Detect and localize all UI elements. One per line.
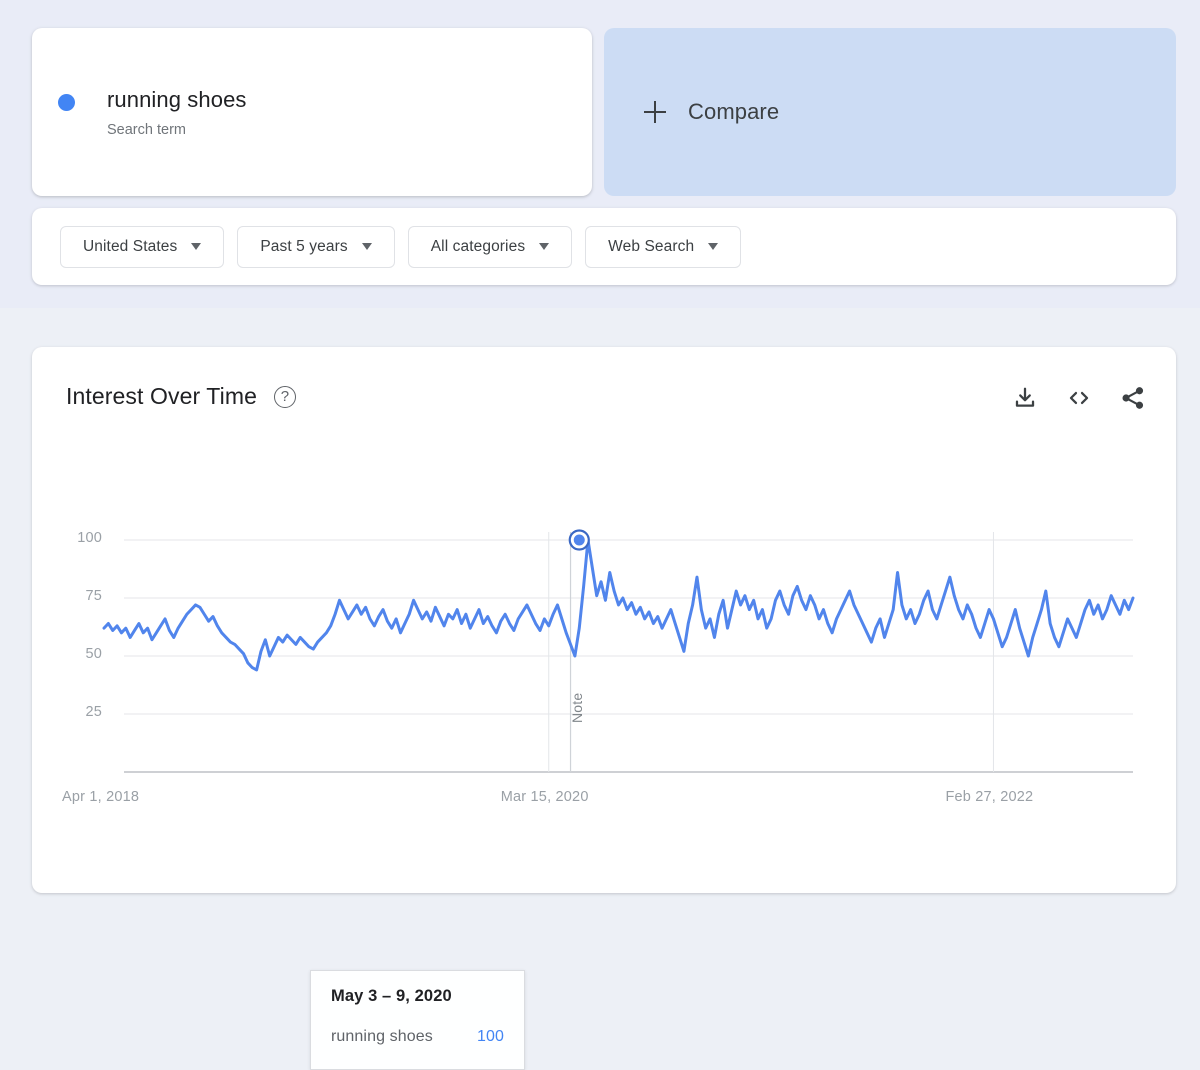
- tooltip-date: May 3 – 9, 2020: [331, 987, 452, 1005]
- filter-search-type[interactable]: Web Search: [585, 225, 742, 268]
- chevron-down-icon: [708, 243, 719, 250]
- chevron-down-icon: [361, 243, 372, 250]
- filter-time-range-label: Past 5 years: [260, 237, 348, 255]
- plus-icon: [644, 101, 666, 123]
- chart-plot-area: 100 75 50 25 Apr 1, 2018 Mar 15, 2020 Feb 27,…: [32, 347, 1176, 893]
- chevron-down-icon: [539, 243, 550, 250]
- search-term-name: running shoes: [107, 86, 247, 112]
- y-axis-tick-75: 75: [85, 588, 102, 604]
- tooltip-row: running shoes 100: [331, 1028, 504, 1046]
- filter-category[interactable]: All categories: [407, 225, 573, 268]
- trend-line-chart: [102, 529, 1135, 773]
- compare-label: Compare: [688, 99, 780, 124]
- filter-time-range[interactable]: Past 5 years: [237, 225, 395, 268]
- series-color-dot: [58, 93, 75, 111]
- chevron-down-icon: [191, 243, 202, 250]
- search-term-row: running shoes Search term Compare: [32, 28, 1176, 196]
- search-term-card[interactable]: running shoes Search term: [32, 28, 592, 196]
- filter-search-type-label: Web Search: [608, 237, 695, 255]
- y-axis-tick-25: 25: [85, 704, 102, 720]
- filter-location-label: United States: [83, 237, 178, 255]
- x-axis-tick-0: Apr 1, 2018: [62, 789, 140, 805]
- filter-category-label: All categories: [430, 237, 526, 255]
- search-term-text-block: running shoes Search term: [107, 85, 247, 140]
- x-axis-tick-1: Mar 15, 2020: [500, 789, 589, 805]
- search-term-inner: running shoes Search term: [58, 85, 247, 140]
- y-axis-tick-100: 100: [77, 530, 102, 546]
- chart-tooltip: May 3 – 9, 2020 running shoes 100: [310, 970, 525, 1070]
- tooltip-term: running shoes: [331, 1028, 433, 1045]
- x-axis-tick-2: Feb 27, 2022: [945, 789, 1034, 805]
- note-annotation-label: Note: [568, 692, 585, 724]
- y-axis-tick-50: 50: [85, 646, 102, 662]
- interest-over-time-card: Interest Over Time ? 100 75 50 25 Apr 1,…: [32, 347, 1176, 1070]
- filter-bar: United States Past 5 years All categorie…: [32, 208, 1176, 285]
- search-term-subtitle: Search term: [107, 121, 186, 138]
- compare-button[interactable]: Compare: [604, 28, 1176, 196]
- filter-location[interactable]: United States: [60, 225, 225, 268]
- tooltip-value: 100: [477, 1028, 504, 1045]
